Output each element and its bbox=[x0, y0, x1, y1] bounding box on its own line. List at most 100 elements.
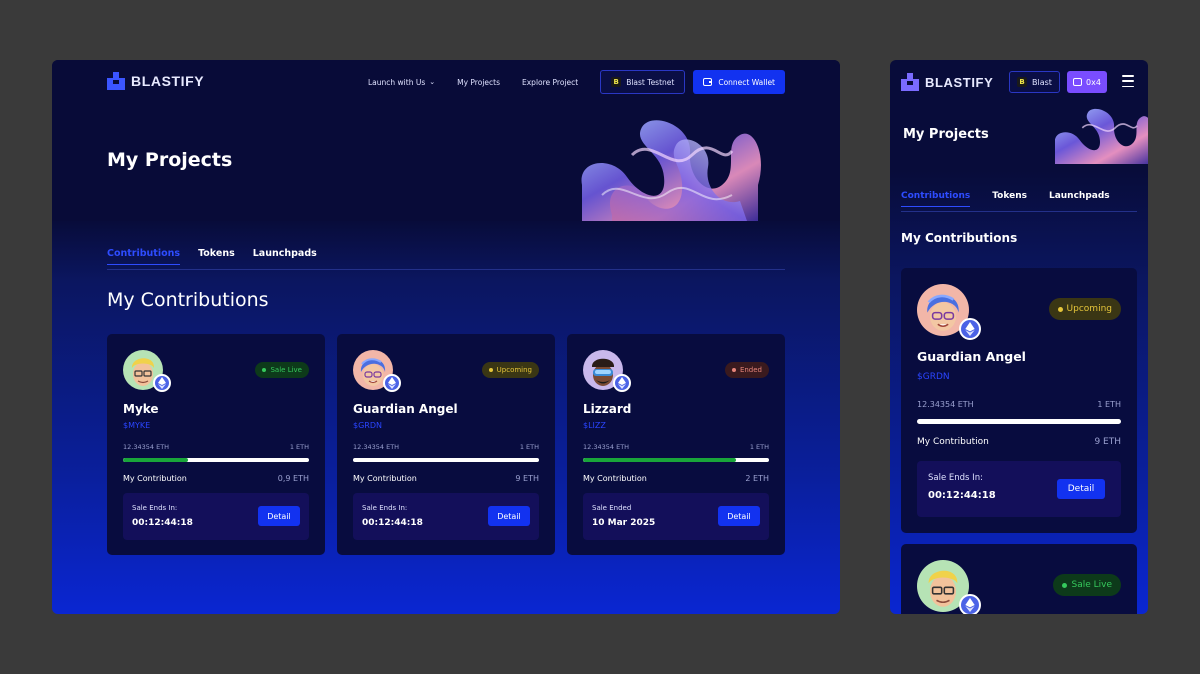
connect-wallet-button[interactable]: Connect Wallet bbox=[693, 70, 785, 94]
raised-amount: 12.34354 ETH bbox=[123, 443, 170, 451]
tab-launchpads[interactable]: Launchpads bbox=[253, 248, 317, 265]
contribution-card-myke-partial: Sale Live bbox=[901, 544, 1137, 614]
tab-tokens[interactable]: Tokens bbox=[992, 191, 1027, 207]
top-nav: Launch with Us ⌄ My Projects Explore Pro… bbox=[368, 70, 785, 94]
sale-label: Sale Ends In: bbox=[362, 504, 408, 512]
status-badge: Upcoming bbox=[1048, 298, 1121, 320]
wallet-label: Connect Wallet bbox=[718, 77, 775, 87]
sale-label: Sale Ended bbox=[592, 504, 632, 512]
status-badge: Sale Live bbox=[255, 362, 309, 378]
avatar bbox=[123, 350, 171, 392]
blast-network-icon: B bbox=[1017, 77, 1027, 87]
contribution-label: My Contribution bbox=[123, 474, 187, 483]
raised-amount: 12.34354 ETH bbox=[353, 443, 400, 451]
wallet-address: 0x4 bbox=[1086, 77, 1101, 87]
mobile-frame: BLASTIFY B Blast 0x4 My Projects Contrib… bbox=[890, 60, 1148, 614]
tab-tokens[interactable]: Tokens bbox=[198, 248, 235, 265]
nav-my-projects[interactable]: My Projects bbox=[457, 78, 500, 87]
hamburger-menu-icon[interactable] bbox=[1122, 75, 1134, 87]
sale-value: 00:12:44:18 bbox=[362, 518, 423, 528]
contribution-value: 2 ETH bbox=[745, 474, 769, 483]
status-dot bbox=[488, 368, 493, 372]
progress-fill bbox=[583, 458, 736, 462]
tab-contributions[interactable]: Contributions bbox=[901, 191, 971, 207]
blastify-logo-icon bbox=[107, 72, 125, 90]
raise-progress-labels: 12.34354 ETH 1 ETH bbox=[123, 443, 309, 451]
contribution-label: My Contribution bbox=[353, 474, 417, 483]
sale-timer-box: Sale Ends In: 00:12:44:18 Detail bbox=[123, 493, 309, 540]
sale-value: 10 Mar 2025 bbox=[592, 518, 656, 528]
sale-timer-box: Sale Ends In: 00:12:44:18 Detail bbox=[917, 461, 1121, 517]
contribution-row: My Contribution 9 ETH bbox=[353, 474, 539, 483]
contribution-card-lizzard: Ended Lizzard $LIZZ 12.34354 ETH 1 ETH M… bbox=[567, 334, 785, 555]
sale-timer-box: Sale Ended 10 Mar 2025 Detail bbox=[583, 493, 769, 540]
contribution-label: My Contribution bbox=[583, 474, 647, 483]
network-button[interactable]: B Blast bbox=[1009, 71, 1060, 93]
sale-value: 00:12:44:18 bbox=[132, 518, 193, 528]
contribution-card-myke: Sale Live Myke $MYKE 12.34354 ETH 1 ETH … bbox=[107, 334, 325, 555]
raise-progress-labels: 12.34354 ETH 1 ETH bbox=[917, 400, 1121, 409]
project-ticker: $GRDN bbox=[353, 421, 382, 430]
contribution-value: 0,9 ETH bbox=[277, 474, 309, 483]
nav-launch-with-us[interactable]: Launch with Us ⌄ bbox=[368, 78, 435, 87]
brand-name: BLASTIFY bbox=[131, 73, 205, 89]
network-label: Blast Testnet bbox=[626, 77, 675, 87]
status-label: Sale Live bbox=[1071, 580, 1112, 590]
raise-progress-labels: 12.34354 ETH 1 ETH bbox=[353, 443, 539, 451]
ethereum-icon bbox=[613, 374, 631, 392]
status-dot bbox=[1062, 582, 1068, 588]
project-tabs: Contributions Tokens Launchpads bbox=[107, 248, 335, 265]
contribution-label: My Contribution bbox=[917, 437, 989, 447]
contribution-row: My Contribution 2 ETH bbox=[583, 474, 769, 483]
hard-cap: 1 ETH bbox=[519, 443, 539, 451]
chevron-down-icon: ⌄ bbox=[429, 78, 436, 86]
status-dot bbox=[1057, 306, 1063, 312]
raised-amount: 12.34354 ETH bbox=[917, 400, 974, 409]
blastify-logo-icon bbox=[901, 73, 919, 91]
tab-launchpads[interactable]: Launchpads bbox=[1049, 191, 1110, 207]
avatar bbox=[917, 560, 981, 614]
page-title: My Projects bbox=[107, 149, 233, 171]
progress-bar bbox=[123, 458, 309, 462]
tab-contributions[interactable]: Contributions bbox=[107, 248, 181, 265]
status-badge: Ended bbox=[724, 362, 769, 378]
contribution-card-guardian-angel: Upcoming Guardian Angel $GRDN 12.34354 E… bbox=[901, 268, 1137, 533]
ethereum-icon bbox=[383, 374, 401, 392]
abstract-3d-illustration bbox=[1055, 106, 1148, 164]
progress-bar bbox=[583, 458, 769, 462]
project-name: Guardian Angel bbox=[353, 402, 458, 416]
status-label: Upcoming bbox=[1066, 304, 1112, 314]
network-button[interactable]: B Blast Testnet bbox=[600, 70, 686, 94]
blast-network-icon: B bbox=[611, 77, 622, 87]
page-title: My Projects bbox=[903, 127, 989, 142]
ethereum-icon bbox=[959, 594, 981, 614]
project-name: Myke bbox=[123, 402, 159, 416]
wallet-icon bbox=[703, 78, 713, 86]
wallet-button[interactable]: 0x4 bbox=[1067, 71, 1107, 93]
hard-cap: 1 ETH bbox=[749, 443, 769, 451]
status-label: Ended bbox=[739, 366, 762, 374]
brand-logo[interactable]: BLASTIFY bbox=[901, 73, 993, 91]
section-title: My Contributions bbox=[107, 289, 269, 311]
detail-button[interactable]: Detail bbox=[718, 506, 760, 526]
detail-button[interactable]: Detail bbox=[1057, 479, 1105, 499]
avatar bbox=[353, 350, 401, 392]
nav-explore-project[interactable]: Explore Project bbox=[522, 78, 578, 87]
detail-button[interactable]: Detail bbox=[488, 506, 530, 526]
hard-cap: 1 ETH bbox=[289, 443, 309, 451]
contribution-row: My Contribution 0,9 ETH bbox=[123, 474, 309, 483]
status-label: Sale Live bbox=[270, 366, 302, 374]
detail-button[interactable]: Detail bbox=[258, 506, 300, 526]
tab-divider bbox=[107, 269, 785, 270]
project-ticker: $MYKE bbox=[123, 421, 151, 430]
hard-cap: 1 ETH bbox=[1097, 400, 1121, 409]
brand-logo[interactable]: BLASTIFY bbox=[107, 72, 204, 90]
sale-timer-box: Sale Ends In: 00:12:44:18 Detail bbox=[353, 493, 539, 540]
ethereum-icon bbox=[153, 374, 171, 392]
sale-value: 00:12:44:18 bbox=[928, 490, 996, 501]
project-ticker: $GRDN bbox=[917, 372, 950, 382]
contribution-value: 9 ETH bbox=[1094, 437, 1121, 447]
project-name: Guardian Angel bbox=[917, 349, 1026, 364]
project-ticker: $LIZZ bbox=[583, 421, 606, 430]
wallet-icon bbox=[1073, 78, 1082, 86]
